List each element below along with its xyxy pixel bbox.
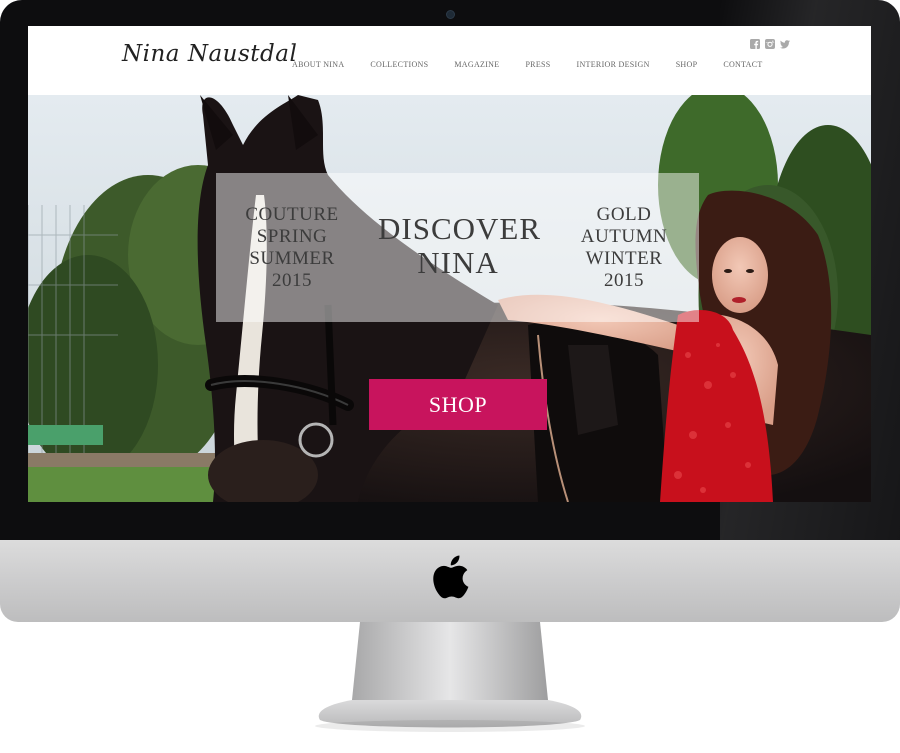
discover-nina-link[interactable]: DISCOVER NINA (378, 211, 542, 280)
hero-section: COUTURE SPRING SUMMER 2015 DISCOVER NINA… (28, 95, 871, 502)
twitter-icon[interactable] (780, 39, 790, 49)
collection-line: 2015 (272, 270, 312, 291)
camera-icon (446, 10, 455, 19)
nav-interior-design[interactable]: INTERIOR DESIGN (577, 60, 650, 69)
main-nav: ABOUT NINA COLLECTIONS MAGAZINE PRESS IN… (292, 60, 789, 69)
nav-shop[interactable]: SHOP (676, 60, 698, 69)
collection-line: AUTUMN (580, 226, 668, 247)
social-links (750, 39, 790, 49)
imac-frame: Nina Naustdal ABOUT NINA COLLECTIONS MAG… (0, 0, 900, 622)
nav-about-nina[interactable]: ABOUT NINA (292, 60, 344, 69)
website-screen: Nina Naustdal ABOUT NINA COLLECTIONS MAG… (28, 26, 871, 502)
nav-collections[interactable]: COLLECTIONS (370, 60, 428, 69)
collection-line: SPRING (256, 226, 328, 247)
nav-contact[interactable]: CONTACT (723, 60, 762, 69)
facebook-icon[interactable] (750, 39, 760, 49)
collection-line: WINTER (585, 248, 663, 269)
collection-line: GOLD (596, 204, 652, 225)
collection-couture-ss15[interactable]: COUTURE SPRING SUMMER 2015 (236, 204, 348, 292)
collection-line: 2015 (604, 270, 644, 291)
collection-line: COUTURE (245, 204, 339, 225)
shop-button[interactable]: SHOP (369, 379, 547, 430)
site-logo[interactable]: Nina Naustdal (122, 41, 297, 67)
site-header: Nina Naustdal ABOUT NINA COLLECTIONS MAG… (28, 26, 871, 96)
collection-line: SUMMER (249, 248, 335, 269)
discover-line: DISCOVER (378, 211, 542, 246)
apple-logo-icon (433, 555, 469, 599)
collection-gold-aw15[interactable]: GOLD AUTUMN WINTER 2015 (568, 204, 680, 292)
discover-line: NINA (417, 245, 499, 280)
nav-magazine[interactable]: MAGAZINE (454, 60, 499, 69)
nav-press[interactable]: PRESS (525, 60, 550, 69)
instagram-icon[interactable] (765, 39, 775, 49)
